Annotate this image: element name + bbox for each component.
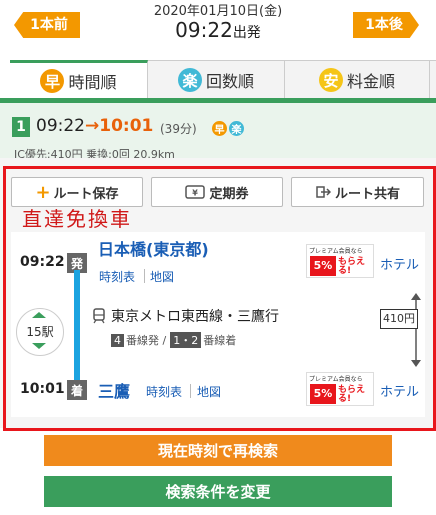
tab-label: 時間順 (68, 73, 117, 92)
next-train-button[interactable]: 1本後 (353, 12, 419, 38)
change-conditions-button[interactable]: 検索条件を変更 (44, 476, 392, 507)
highlight-frame (3, 166, 436, 431)
tab-fare-order[interactable]: 安 料金順 (285, 61, 430, 99)
tab-transfer-order[interactable]: 楽 回数順 (148, 61, 285, 99)
tab-time-order[interactable]: 早 時間順 (10, 60, 148, 99)
route-fare-summary: IC優先:410円 乗換:0回 20.9km (14, 148, 175, 158)
cheap-icon: 安 (318, 68, 343, 92)
easy-icon: 楽 (229, 121, 244, 136)
route-times: 09:22→10:01 (36, 116, 153, 136)
fast-icon: 早 (212, 121, 227, 136)
sort-tabs: 早 時間順 楽 回数順 安 料金順 (10, 60, 436, 99)
route-number-badge: 1 (12, 117, 30, 137)
fast-icon: 早 (40, 69, 65, 93)
search-time-suffix: 出発 (232, 25, 261, 41)
arrive-time: 10:01 (99, 116, 154, 136)
easy-icon: 楽 (177, 68, 202, 92)
depart-time: 09:22 (36, 116, 85, 136)
search-time-value: 09:22 (175, 18, 233, 42)
tab-label: 回数順 (205, 72, 254, 91)
route-duration: (39分) (160, 122, 197, 136)
arrow-icon: → (85, 116, 100, 136)
tab-label: 料金順 (346, 72, 395, 91)
research-now-button[interactable]: 現在時刻で再検索 (44, 435, 392, 466)
